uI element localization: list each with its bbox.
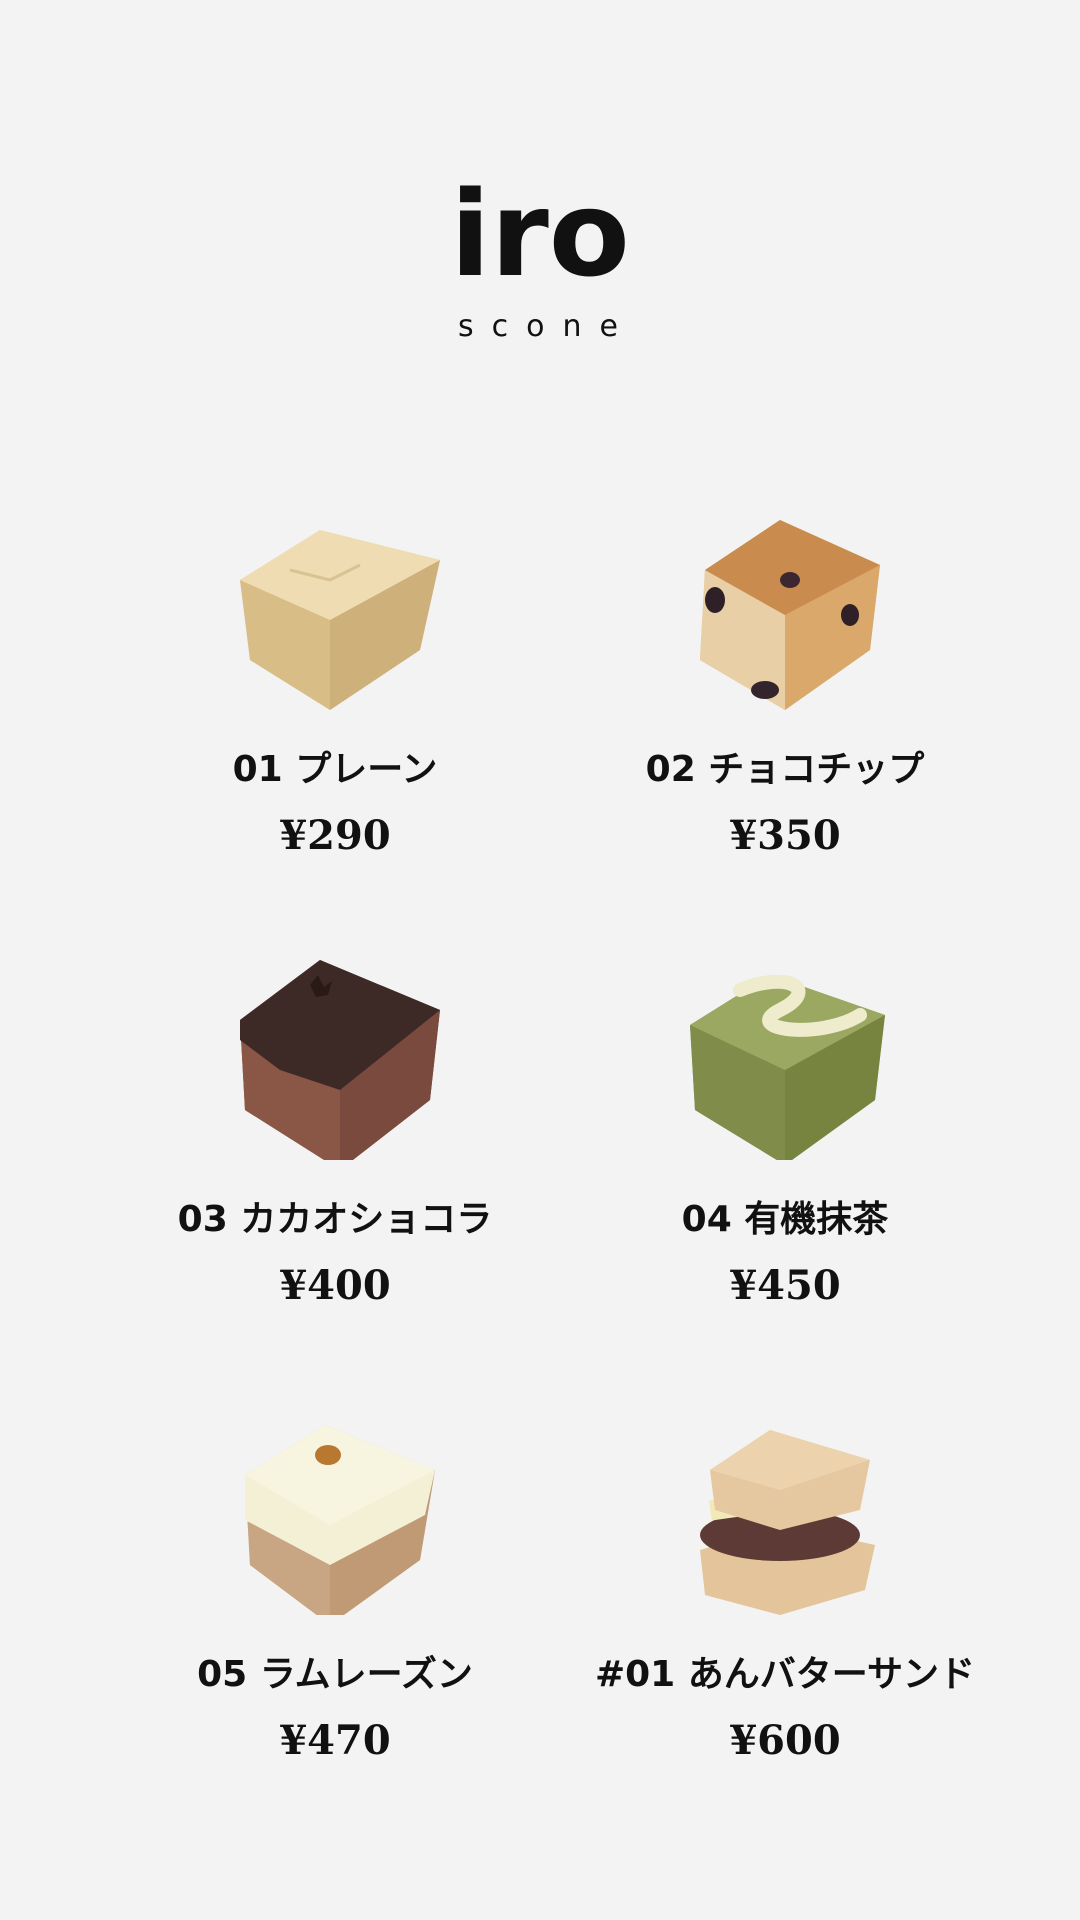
product-item[interactable]: 05 ラムレーズン ¥470 (110, 1415, 560, 1764)
product-price: ¥450 (729, 1262, 841, 1309)
product-price: ¥350 (729, 812, 841, 859)
organic-matcha-scone-photo (690, 974, 885, 1160)
product-name: #01 あんバターサンド (594, 1654, 976, 1695)
product-item[interactable]: 01 プレーン ¥290 (110, 510, 560, 859)
plain-scone-photo (240, 530, 440, 710)
product-item[interactable]: 02 チョコチップ ¥350 (560, 510, 1010, 859)
product-price: ¥400 (279, 1262, 391, 1309)
rum-raisin-scone-photo (245, 1425, 435, 1615)
product-name: 05 ラムレーズン (197, 1654, 473, 1695)
product-name: 02 チョコチップ (645, 749, 925, 790)
anko-butter-sandwich-photo (700, 1430, 875, 1615)
product-price: ¥290 (279, 812, 391, 859)
product-grid: 01 プレーン ¥290 02 チョコチップ ¥350 03 カカオショコラ ¥… (0, 0, 1080, 1920)
product-item[interactable]: 03 カカオショコラ ¥400 (110, 960, 560, 1309)
product-name: 03 カカオショコラ (177, 1199, 493, 1240)
product-item[interactable]: 04 有機抹茶 ¥450 (560, 960, 1010, 1309)
product-item[interactable]: #01 あんバターサンド ¥600 (560, 1415, 1010, 1764)
product-price: ¥470 (279, 1717, 391, 1764)
product-name: 01 プレーン (232, 749, 438, 790)
chocolate-chip-scone-photo (700, 520, 880, 710)
product-name: 04 有機抹茶 (681, 1199, 889, 1240)
cacao-chocolat-scone-photo (240, 960, 440, 1160)
product-price: ¥600 (729, 1717, 841, 1764)
